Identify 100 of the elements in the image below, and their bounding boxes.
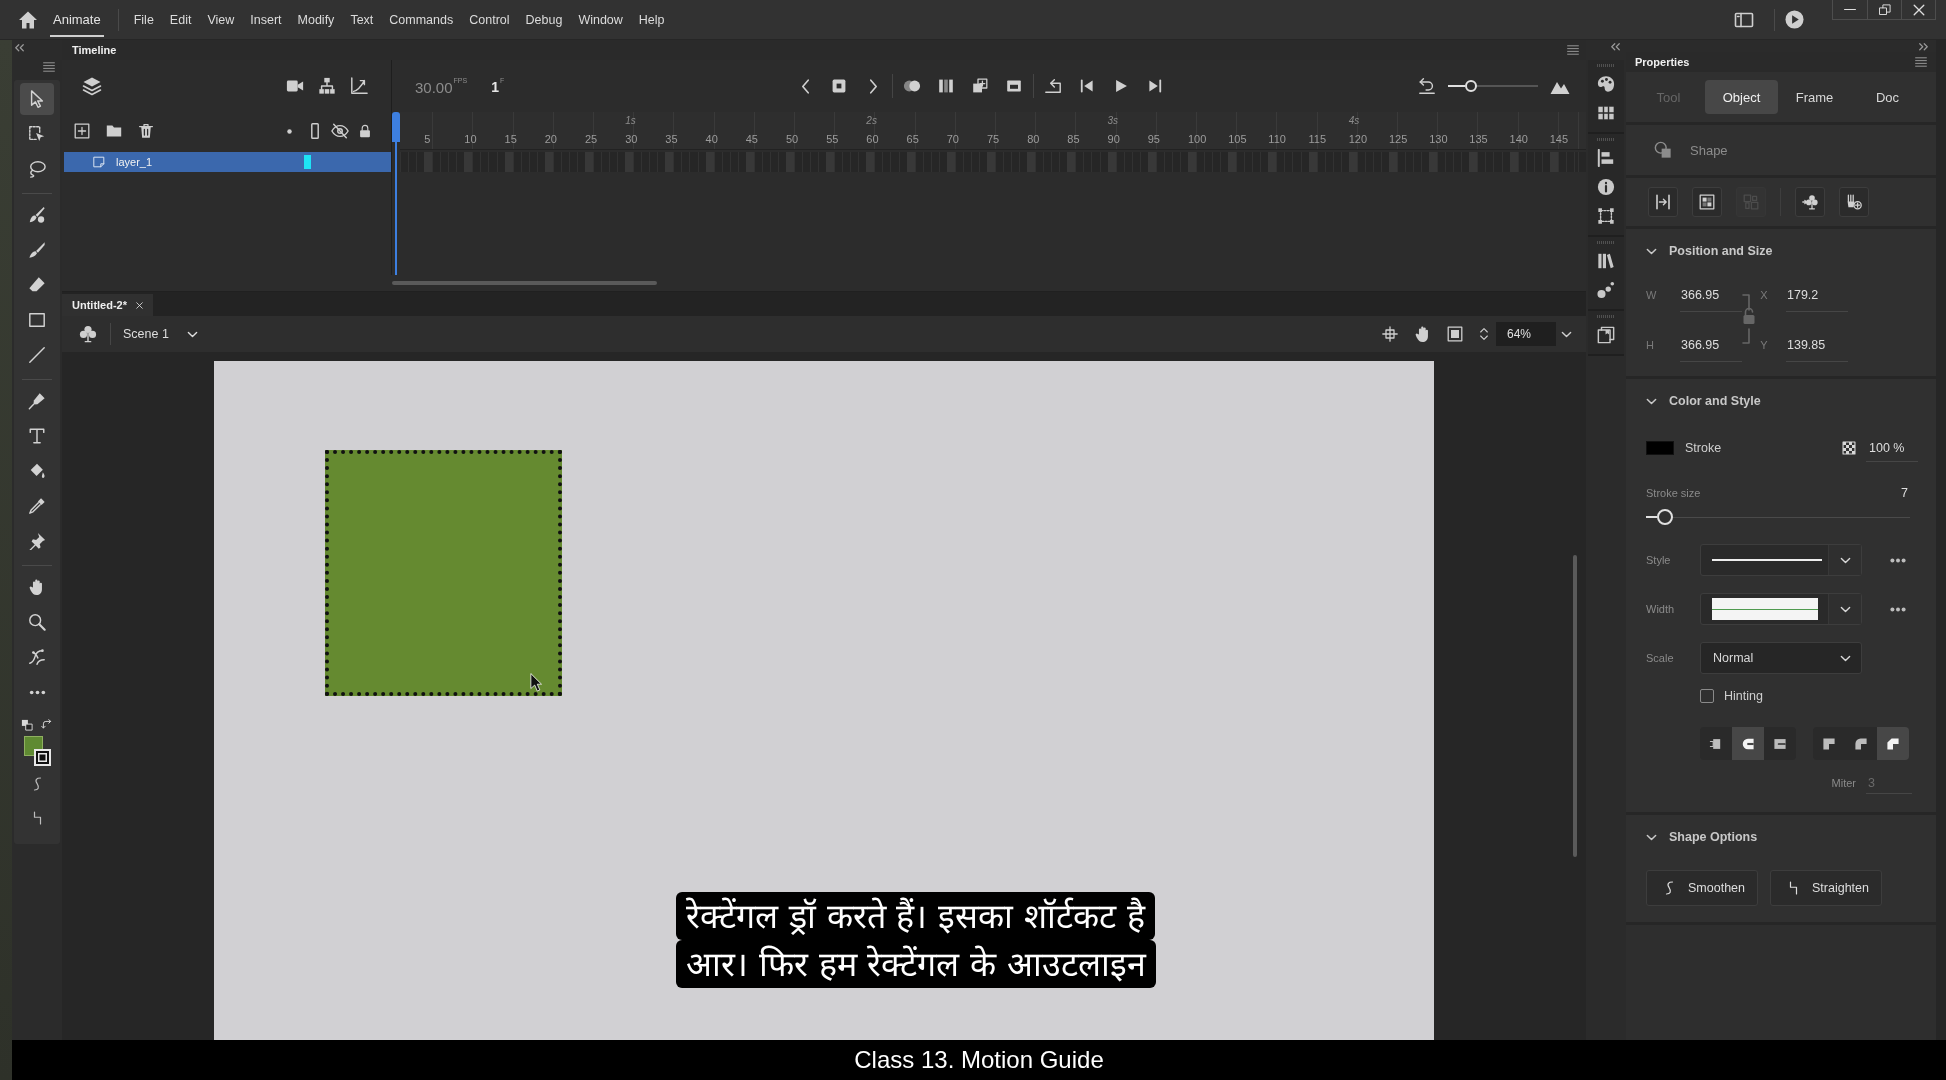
stroke-size-value[interactable]: 7: [1901, 486, 1908, 500]
library-icon[interactable]: [1597, 252, 1615, 270]
menu-item[interactable]: View: [199, 12, 243, 27]
transform-icon[interactable]: [1597, 207, 1615, 225]
join-style-button[interactable]: [1845, 727, 1877, 760]
menu-item[interactable]: Modify: [289, 12, 343, 27]
menu-item[interactable]: Edit: [161, 12, 200, 27]
app-name[interactable]: Animate: [50, 2, 104, 37]
panel-menu-icon[interactable]: [1915, 56, 1927, 68]
cap-style-button[interactable]: [1700, 727, 1732, 760]
graph-icon[interactable]: [350, 77, 368, 95]
number-field[interactable]: 366.95: [1680, 278, 1742, 312]
zoom-field[interactable]: 64%: [1496, 322, 1556, 346]
tab[interactable]: Frame: [1778, 80, 1851, 114]
cap-style-button[interactable]: [1732, 727, 1764, 760]
tab[interactable]: Object: [1705, 80, 1778, 114]
swap-colors-icon[interactable]: [41, 719, 53, 731]
folder-icon[interactable]: [106, 123, 122, 139]
symbol-icon[interactable]: [79, 325, 97, 343]
action-button[interactable]: [1795, 187, 1825, 217]
align-icon[interactable]: [1597, 149, 1615, 167]
alpha-field[interactable]: 100 %: [1866, 434, 1918, 462]
checkbox[interactable]: [1700, 689, 1714, 703]
slider-thumb[interactable]: [1656, 509, 1673, 525]
section-header[interactable]: Color and Style: [1626, 379, 1936, 423]
more-icon[interactable]: [1890, 557, 1906, 563]
more-icon[interactable]: [1890, 606, 1906, 612]
menu-item[interactable]: Window: [570, 12, 631, 27]
expand-icon[interactable]: [1919, 43, 1928, 51]
layer-color-marker[interactable]: [304, 155, 311, 169]
step-back-icon[interactable]: [1080, 79, 1094, 93]
chevron-right-icon[interactable]: [868, 78, 878, 94]
shape-option-button[interactable]: Smoothen: [1646, 870, 1758, 906]
layer-row[interactable]: layer_1: [64, 152, 391, 172]
palette-icon[interactable]: [1597, 75, 1615, 93]
stroke-color-swatch[interactable]: [1646, 441, 1674, 455]
outline-icon[interactable]: [310, 123, 319, 139]
straighten-icon[interactable]: [32, 810, 42, 826]
vertical-scrollbar[interactable]: [1573, 555, 1577, 857]
caret-icon[interactable]: [1561, 330, 1572, 338]
number-field[interactable]: 139.85: [1786, 328, 1848, 362]
reset-icon[interactable]: [1418, 77, 1436, 95]
checkerboard-icon[interactable]: [1842, 441, 1856, 455]
action-button[interactable]: [1648, 187, 1678, 217]
keyframe-icon[interactable]: [831, 78, 847, 94]
join-style-button[interactable]: [1813, 727, 1845, 760]
frame-box-icon[interactable]: [1006, 78, 1022, 94]
horizontal-scrollbar[interactable]: [392, 281, 657, 285]
info-icon[interactable]: [1597, 178, 1615, 196]
action-button[interactable]: [1839, 187, 1869, 217]
swatches-icon[interactable]: [1597, 104, 1615, 122]
cap-style-button[interactable]: [1764, 727, 1796, 760]
slider-thumb[interactable]: [1465, 80, 1478, 92]
shape-option-button[interactable]: Straighten: [1770, 870, 1882, 906]
menu-item[interactable]: Insert: [242, 12, 290, 27]
playhead[interactable]: [392, 112, 400, 275]
menu-item[interactable]: Control: [461, 12, 518, 27]
tool-button[interactable]: [20, 83, 54, 115]
layers-icon[interactable]: [82, 76, 102, 96]
action-button[interactable]: [1692, 187, 1722, 217]
loop-icon[interactable]: [1044, 77, 1062, 95]
smooth-icon[interactable]: [32, 776, 42, 792]
section-header[interactable]: Position and Size: [1626, 229, 1936, 273]
collapse-icon[interactable]: [1611, 43, 1620, 51]
close-icon[interactable]: [136, 301, 143, 309]
rectangle-shape[interactable]: [325, 450, 562, 696]
insert-frame-icon[interactable]: [972, 78, 988, 94]
panel-menu-icon[interactable]: [43, 60, 55, 73]
trash-icon[interactable]: [138, 123, 154, 139]
number-field[interactable]: 179.2: [1786, 278, 1848, 312]
up-down-arrows-icon[interactable]: [1480, 327, 1488, 341]
dot-icon[interactable]: [287, 128, 292, 134]
crosshair-icon[interactable]: [1382, 326, 1398, 342]
number-field[interactable]: 366.95: [1680, 328, 1742, 362]
chevron-left-icon[interactable]: [800, 78, 810, 94]
document-tab[interactable]: Untitled-2*: [62, 294, 153, 316]
bars-icon[interactable]: [938, 78, 954, 94]
line-style-dropdown[interactable]: [1700, 544, 1862, 576]
lock-icon[interactable]: [357, 124, 372, 138]
menu-item[interactable]: Text: [342, 12, 382, 27]
collapse-icon[interactable]: [15, 44, 24, 52]
tab[interactable]: Doc: [1851, 80, 1924, 114]
width-profile-dropdown[interactable]: [1700, 593, 1862, 625]
menu-item[interactable]: Help: [630, 12, 673, 27]
current-frame[interactable]: 1: [491, 78, 499, 95]
fps-value[interactable]: 30.00: [415, 78, 453, 96]
scale-dropdown[interactable]: Normal: [1700, 642, 1862, 674]
section-header[interactable]: Shape Options: [1626, 815, 1936, 859]
step-forward-icon[interactable]: [1148, 79, 1162, 93]
add-layer-icon[interactable]: [74, 123, 90, 139]
panel-menu-icon[interactable]: [1567, 44, 1579, 56]
play-icon[interactable]: [1114, 79, 1128, 93]
clip-icon[interactable]: [1447, 326, 1463, 342]
default-colors-icon[interactable]: [21, 719, 33, 731]
menu-item[interactable]: Debug: [517, 12, 571, 27]
menu-item[interactable]: File: [125, 12, 162, 27]
menu-item[interactable]: Commands: [381, 12, 462, 27]
hierarchy-icon[interactable]: [318, 77, 336, 95]
scene-dropdown[interactable]: Scene 1: [115, 323, 206, 345]
play-icon[interactable]: [1785, 10, 1804, 29]
